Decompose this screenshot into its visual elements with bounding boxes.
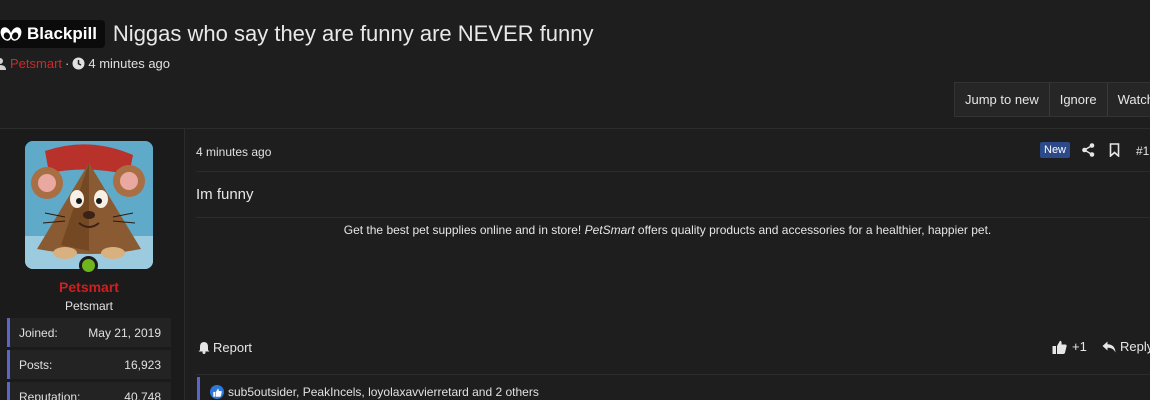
thread-title-row: Blackpill Niggas who say they are funny … (0, 19, 594, 49)
post-date-link[interactable]: 4 minutes ago (196, 145, 271, 159)
stat-label: Posts: (19, 357, 53, 372)
stat-joined: Joined: May 21, 2019 (7, 318, 171, 347)
thread-meta: Petsmart · 4 minutes ago (0, 55, 170, 71)
reply-label: Reply (1120, 339, 1150, 354)
stat-label: Joined: (19, 325, 58, 340)
cartoon-mouse-avatar-icon (25, 141, 153, 269)
signature-brand: PetSmart (584, 223, 635, 237)
thread-prefix-badge[interactable]: Blackpill (0, 20, 105, 48)
divider (196, 171, 1150, 172)
reactions-bar[interactable]: sub5outsider, PeakIncels, loyolaxavvierr… (197, 377, 1150, 400)
thread-action-bar: Jump to new Ignore Watch (954, 82, 1150, 117)
stat-label: Reputation: (19, 389, 81, 400)
user-icon (0, 57, 6, 70)
avatar[interactable] (25, 141, 153, 269)
meta-separator: · (65, 55, 70, 71)
share-icon[interactable] (1082, 143, 1095, 157)
post-user-cell: Petsmart Petsmart Joined: May 21, 2019 P… (0, 129, 185, 400)
thread-author-link[interactable]: Petsmart (10, 56, 62, 71)
bell-icon (198, 342, 210, 354)
online-status-indicator (79, 256, 98, 275)
signature-text-part: offers quality products and accessories … (634, 223, 992, 237)
post: Petsmart Petsmart Joined: May 21, 2019 P… (0, 128, 1150, 400)
blackpill-icon (0, 27, 22, 41)
thread-prefix-label: Blackpill (27, 24, 97, 43)
post-username[interactable]: Petsmart (0, 279, 178, 295)
thumbs-up-icon (1052, 340, 1067, 354)
thread-title: Niggas who say they are funny are NEVER … (112, 21, 594, 46)
jump-to-new-button[interactable]: Jump to new (955, 83, 1050, 116)
divider (196, 374, 1150, 375)
like-button[interactable]: +1 (1052, 339, 1087, 354)
stat-value: 16,923 (124, 357, 161, 372)
user-title: Petsmart (64, 299, 113, 313)
watch-button[interactable]: Watch (1108, 83, 1150, 116)
report-label: Report (213, 340, 253, 355)
reactions-list[interactable]: sub5outsider, PeakIncels, loyolaxavvierr… (228, 385, 539, 399)
signature-text: Get the best pet supplies online and in … (196, 223, 1139, 237)
divider (196, 217, 1150, 218)
like-reaction-icon (210, 385, 224, 399)
bookmark-icon[interactable] (1109, 143, 1120, 157)
signature-text-part: Get the best pet supplies online and in … (343, 223, 585, 237)
report-button[interactable]: Report (198, 340, 252, 355)
post-number-link[interactable]: #1 (1136, 144, 1149, 158)
stat-reputation: Reputation: 40,748 (7, 382, 171, 400)
thread-time: 4 minutes ago (88, 55, 171, 71)
ignore-button[interactable]: Ignore (1050, 83, 1108, 116)
thread-page: Blackpill Niggas who say they are funny … (0, 0, 1150, 400)
stat-value: May 21, 2019 (88, 325, 161, 340)
new-badge: New (1040, 142, 1071, 158)
post-main-cell: 4 minutes ago New #1 Im funny Get the be… (185, 129, 1150, 400)
stat-posts: Posts: 16,923 (7, 350, 171, 379)
like-count: +1 (1072, 339, 1087, 354)
post-body-text: Im funny (196, 186, 254, 203)
clock-icon (72, 57, 85, 69)
reply-button[interactable]: Reply (1102, 339, 1150, 354)
stat-value: 40,748 (124, 389, 161, 400)
reply-icon (1102, 341, 1116, 352)
